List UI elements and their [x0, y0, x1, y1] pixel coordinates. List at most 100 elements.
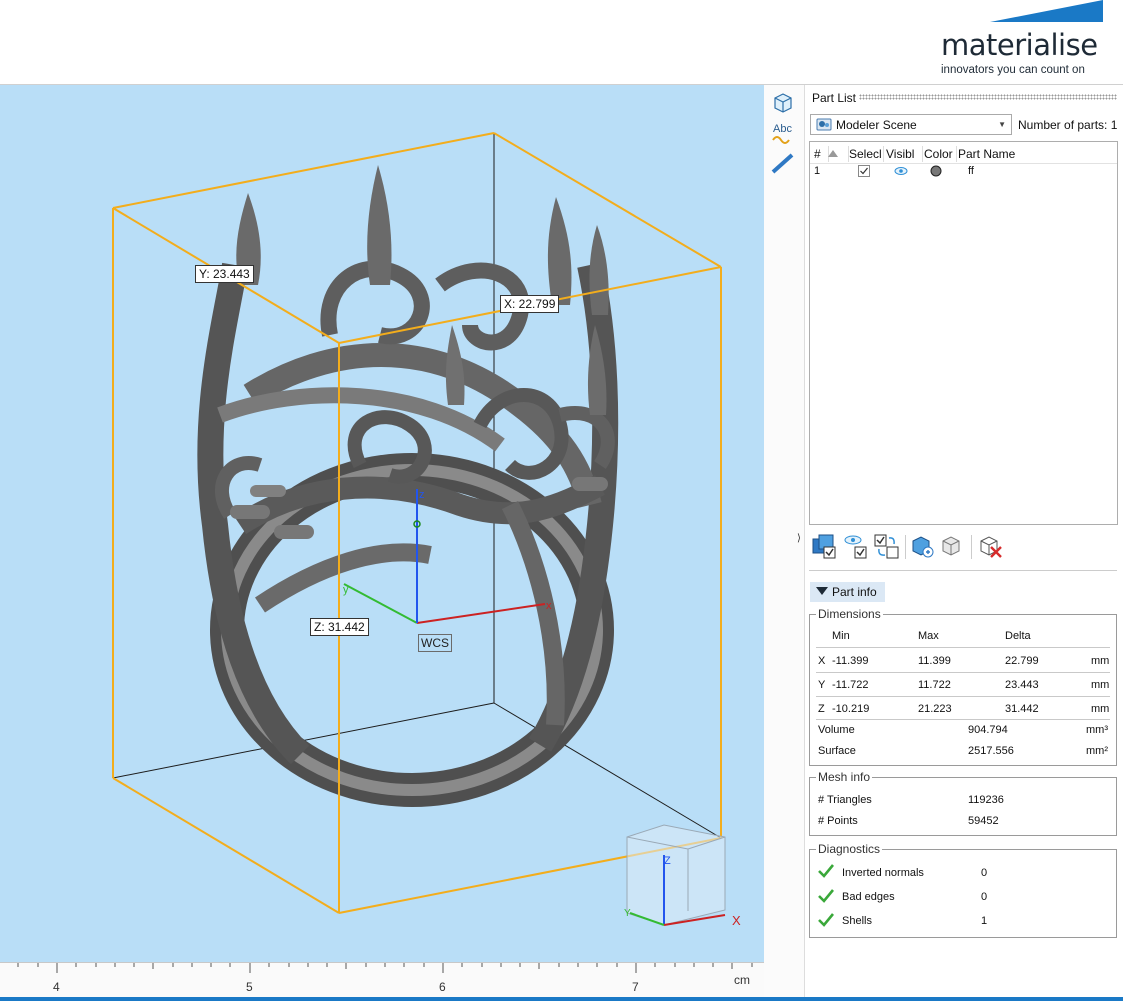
invert-selection-icon[interactable] — [873, 533, 901, 561]
text-annotation-icon: Abc — [772, 123, 792, 144]
column-header-part-name[interactable]: Part Name — [956, 146, 1048, 162]
diagnostic-label: Bad edges — [842, 891, 895, 903]
sort-ascending-icon[interactable] — [826, 146, 849, 162]
surface-value: 2517.556 — [968, 745, 1014, 757]
diagnostic-value: 0 — [981, 891, 988, 903]
points-value: 59452 — [968, 815, 999, 827]
dimension-header-min: Min — [832, 630, 850, 642]
column-header-visible[interactable]: Visibl — [884, 146, 923, 162]
dimensions-legend: Dimensions — [816, 607, 883, 621]
dimension-min: -11.722 — [832, 679, 869, 691]
scene-select-value: Modeler Scene — [836, 117, 917, 132]
delete-part-icon[interactable] — [977, 533, 1005, 561]
dimension-delta: 23.443 — [1005, 679, 1039, 691]
volume-label: Volume — [818, 724, 855, 736]
brand-name: materialise — [941, 28, 1098, 62]
ruler-tick-label: 7 — [632, 980, 639, 994]
surface-unit: mm² — [1086, 745, 1108, 757]
ruler-tick-label: 4 — [53, 980, 60, 994]
diagnostic-value: 0 — [981, 867, 988, 879]
ruler-unit-label: cm — [734, 973, 750, 987]
eye-icon[interactable] — [894, 165, 908, 180]
volume-unit: mm³ — [1086, 724, 1108, 736]
panel-grip[interactable] — [859, 94, 1117, 100]
duplicate-part-icon[interactable] — [909, 533, 937, 561]
chevron-down-icon: ▼ — [998, 120, 1006, 129]
dimension-delta: 31.442 — [1005, 703, 1039, 715]
dimension-axis: Y — [818, 679, 826, 691]
dimension-axis: X — [818, 655, 826, 667]
parts-table[interactable]: # Selecl Visibl Color Part Name 1 ff — [809, 141, 1118, 525]
dimension-unit: mm — [1091, 703, 1110, 715]
ruler-tick-label: 5 — [246, 980, 253, 994]
dimension-header-max: Max — [918, 630, 939, 642]
row-color-swatch[interactable] — [930, 165, 942, 180]
dimension-delta: 22.799 — [1005, 655, 1039, 667]
triangles-value: 119236 — [968, 794, 1004, 806]
row-select-checkbox[interactable] — [858, 165, 870, 180]
measure-ruler-icon — [771, 153, 794, 174]
ring-model[interactable] — [197, 165, 619, 807]
dimensions-group: Dimensions Min Max Delta X -11.399 11.39… — [809, 607, 1117, 766]
part-info-label: Part info — [832, 585, 877, 599]
dimension-max: 21.223 — [918, 703, 952, 715]
scene-canvas[interactable]: x y z Z X Y — [0, 85, 764, 962]
navigation-cube[interactable]: Z X Y — [624, 824, 741, 928]
column-header-select[interactable]: Selecl — [847, 146, 884, 162]
measure-tool[interactable] — [768, 149, 798, 177]
wcs-z-letter: z — [419, 489, 425, 501]
table-row[interactable]: 1 ff — [810, 164, 1117, 180]
app-header: materialise innovators you can count on — [0, 0, 1123, 85]
ruler-ticks — [17, 963, 753, 973]
3d-viewport[interactable]: x y z Z X Y Y: 23.443 X: 22.799 Z: 31.44… — [0, 85, 764, 997]
triangles-label: # Triangles — [818, 794, 872, 806]
mesh-info-legend: Mesh info — [816, 770, 873, 784]
column-header-color[interactable]: Color — [922, 146, 957, 162]
wcs-x-letter: x — [546, 600, 552, 612]
row-part-name: ff — [968, 165, 974, 177]
text-annotation-tool[interactable]: Abc — [768, 119, 798, 147]
svg-text:Abc: Abc — [773, 123, 792, 135]
part-list-panel: Part List Modeler Scene ▼ Number of part… — [797, 85, 1123, 997]
view-cube-icon — [774, 93, 792, 113]
ruler: 4 5 6 7 cm — [0, 962, 764, 997]
wcs-y-letter: y — [343, 584, 349, 596]
wireframe-part-icon[interactable] — [939, 533, 967, 561]
dimension-header-delta: Delta — [1005, 630, 1031, 642]
toggle-visibility-icon[interactable] — [843, 533, 871, 561]
brand-tagline: innovators you can count on — [941, 64, 1085, 76]
navcube-x-letter: X — [732, 913, 741, 928]
diagnostics-group: Diagnostics Inverted normals 0 Bad edges… — [809, 842, 1117, 938]
check-icon — [818, 864, 834, 878]
row-number: 1 — [814, 165, 821, 177]
dimension-y-label: Y: 23.443 — [195, 265, 254, 283]
panel-splitter-handle[interactable]: ⟩ — [797, 533, 803, 547]
dimension-max: 11.722 — [918, 679, 951, 691]
wcs-label: WCS — [418, 634, 452, 652]
ruler-tick-label: 6 — [439, 980, 446, 994]
part-info-toggle[interactable]: Part info — [810, 582, 885, 602]
select-all-icon[interactable] — [811, 533, 839, 561]
scene-select[interactable]: Modeler Scene ▼ — [810, 114, 1012, 135]
navcube-y-letter: Y — [624, 908, 631, 919]
diagnostic-label: Shells — [842, 915, 872, 927]
volume-value: 904.794 — [968, 724, 1008, 736]
check-icon — [818, 889, 834, 903]
scene-icon — [816, 118, 832, 131]
mesh-info-group: Mesh info # Triangles 119236 # Points 59… — [809, 770, 1117, 836]
view-cube-tool[interactable] — [768, 89, 798, 117]
points-label: # Points — [818, 815, 858, 827]
panel-title: Part List — [812, 91, 857, 105]
divider — [809, 570, 1117, 571]
dimension-min: -11.399 — [832, 655, 869, 667]
check-icon — [818, 913, 834, 927]
surface-label: Surface — [818, 745, 856, 757]
diagnostic-value: 1 — [981, 915, 988, 927]
parts-count: Number of parts: 1 — [1018, 118, 1118, 132]
navcube-z-letter: Z — [664, 855, 671, 867]
dimension-min: -10.219 — [832, 703, 870, 715]
parts-count-value: 1 — [1110, 118, 1118, 132]
dimension-max: 11.399 — [918, 655, 951, 667]
dimension-z-label: Z: 31.442 — [310, 618, 369, 636]
status-strip — [0, 997, 1123, 1001]
